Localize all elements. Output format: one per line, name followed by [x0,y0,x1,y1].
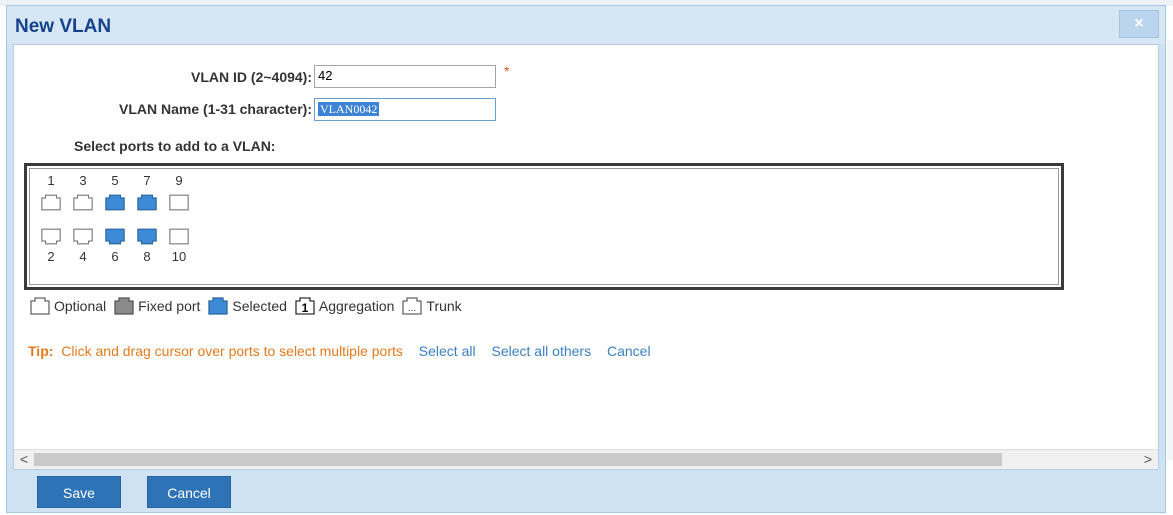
port-number-4: 4 [79,249,87,264]
scroll-left-arrow[interactable]: < [20,451,28,467]
required-mark: * [504,63,510,79]
trunk-icon-text: ... [408,303,416,314]
legend-selected: Selected [206,297,287,315]
cancel-button[interactable]: Cancel [147,476,231,508]
port-3-optional[interactable] [72,193,94,212]
port-5-selected[interactable] [104,193,126,212]
tip-label: Tip: [28,343,54,359]
cancel-selection-link[interactable]: Cancel [607,343,651,359]
vlan-name-label: VLAN Name (1-31 character): [119,101,312,117]
tip-line: Tip: Click and drag cursor over ports to… [28,343,651,359]
scrollbar-thumb[interactable] [34,453,1002,466]
port-legend: Optional Fixed port Selected 1 Aggregati… [28,297,468,315]
dialog-titlebar: New VLAN × [7,6,1165,44]
selected-port-icon [208,297,229,315]
close-button[interactable]: × [1119,10,1159,38]
port-6-selected[interactable] [104,227,126,246]
legend-selected-label: Selected [232,298,287,314]
port-number-3: 3 [79,173,87,188]
trunk-port-icon: ... [402,297,423,315]
port-10-sfp[interactable] [168,227,190,246]
tip-text: Click and drag cursor over ports to sele… [61,343,403,359]
select-all-others-link[interactable]: Select all others [491,343,591,359]
port-number-7: 7 [143,173,151,188]
dialog-content: VLAN ID (2~4094): 42 * VLAN Name (1-31 c… [13,44,1159,470]
horizontal-scrollbar[interactable]: < > [14,449,1158,469]
aggregation-icon-text: 1 [302,301,309,315]
port-panel: 1 2 3 4 5 6 7 8 9 10 [24,163,1064,290]
port-number-1: 1 [47,173,55,188]
port-number-8: 8 [143,249,151,264]
port-4-optional[interactable] [72,227,94,246]
new-vlan-dialog: New VLAN × VLAN ID (2~4094): 42 * VLAN N… [6,5,1166,513]
select-all-link[interactable]: Select all [419,343,476,359]
vlan-id-input[interactable]: 42 [314,65,496,88]
dialog-title: New VLAN [15,16,112,37]
scroll-right-arrow[interactable]: > [1144,451,1152,467]
port-number-6: 6 [111,249,119,264]
legend-fixed-label: Fixed port [138,298,201,314]
port-2-optional[interactable] [40,227,62,246]
legend-trunk-label: Trunk [426,298,462,314]
fixed-port-icon [114,297,134,315]
legend-aggregation-label: Aggregation [318,298,395,314]
legend-optional-label: Optional [54,298,107,314]
port-8-selected[interactable] [136,227,158,246]
vlan-name-selected-text: VLAN0042 [318,102,380,116]
port-number-10: 10 [171,249,187,264]
legend-aggregation: 1 Aggregation [293,297,395,315]
port-number-5: 5 [111,173,119,188]
vlan-name-input[interactable]: VLAN0042 [314,98,496,121]
port-1-optional[interactable] [40,193,62,212]
legend-fixed: Fixed port [112,297,200,315]
port-9-sfp[interactable] [168,193,190,212]
select-ports-label: Select ports to add to a VLAN: [74,138,276,154]
port-panel-inner: 1 2 3 4 5 6 7 8 9 10 [29,168,1059,285]
vlan-id-label: VLAN ID (2~4094): [191,69,312,85]
background-edge [1167,40,1173,460]
save-button[interactable]: Save [37,476,121,508]
port-number-9: 9 [175,173,183,188]
optional-port-icon [30,297,50,315]
port-number-2: 2 [47,249,55,264]
legend-trunk: ... Trunk [400,297,462,315]
legend-optional: Optional [28,297,106,315]
aggregation-port-icon: 1 [295,297,315,315]
port-7-selected[interactable] [136,193,158,212]
